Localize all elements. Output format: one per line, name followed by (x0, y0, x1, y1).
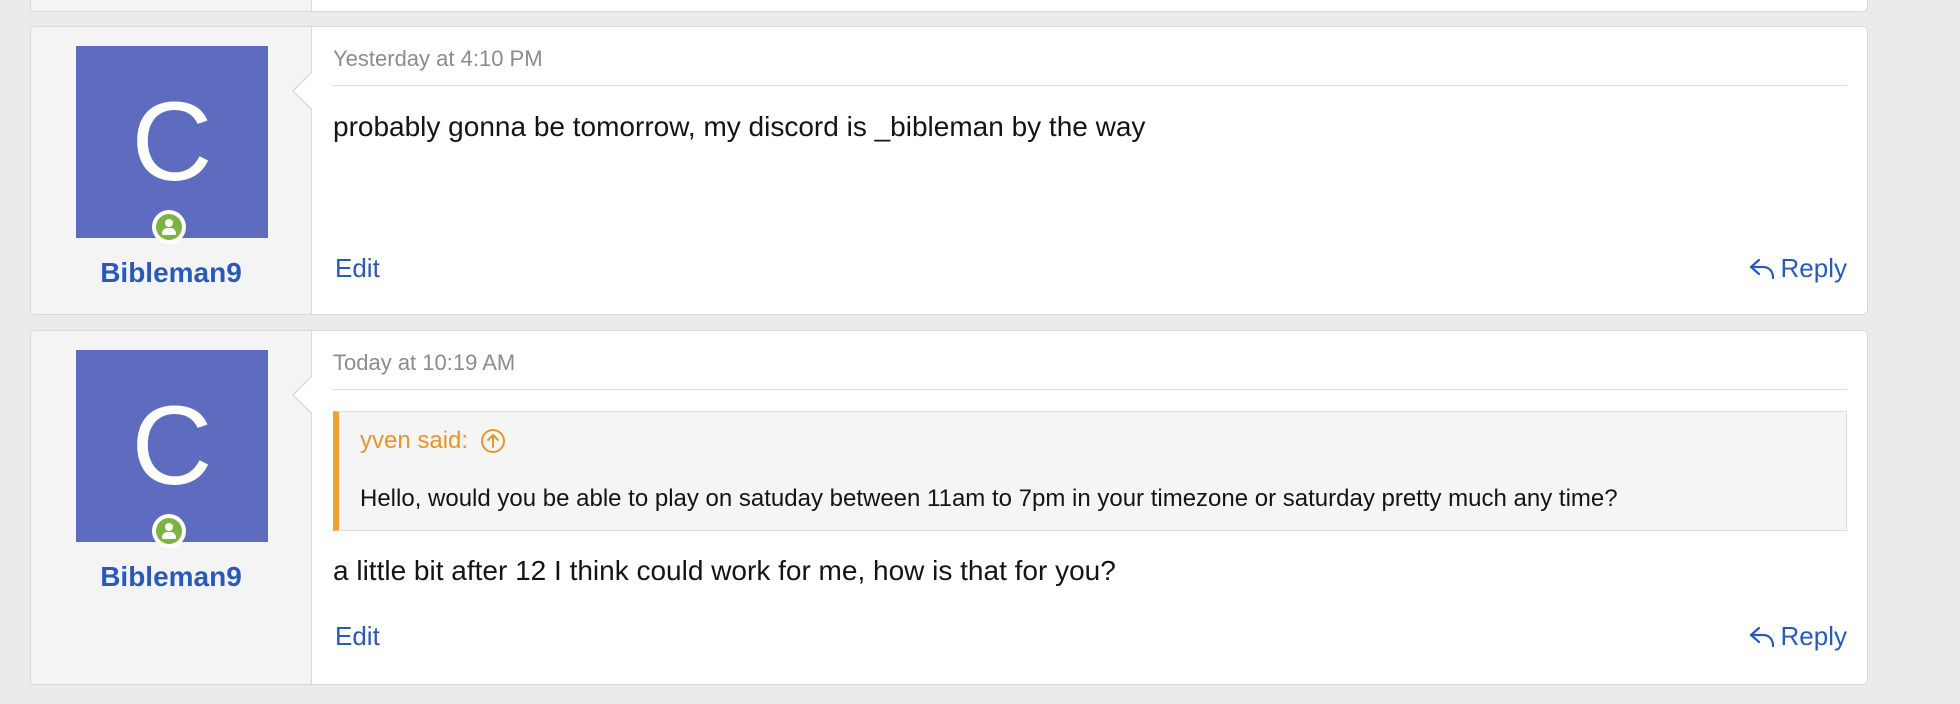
avatar[interactable]: C (76, 46, 268, 238)
circle-arrow-up-icon[interactable] (480, 428, 506, 454)
reply-arrow-icon (1749, 258, 1774, 279)
username[interactable]: Bibleman9 (31, 257, 311, 289)
reply-label: Reply (1780, 253, 1847, 283)
user-column (31, 0, 312, 11)
reply-label: Reply (1780, 621, 1847, 651)
user-column: C Bibleman9 (31, 27, 312, 314)
avatar-letter: C (131, 383, 213, 508)
reply-arrow-icon (1749, 626, 1774, 647)
post-date[interactable]: Today at 10:19 AM (333, 351, 1847, 390)
reply-button[interactable]: Reply (1749, 253, 1847, 284)
avatar-letter: C (131, 79, 213, 204)
quote-author: yven said: (360, 427, 469, 454)
post: C Bibleman9 Today at 10:19 AM yven said:… (30, 330, 1868, 685)
previous-post (30, 0, 1868, 12)
message-content: Today at 10:19 AM yven said: Hello, woul… (333, 331, 1847, 684)
online-user-icon (152, 514, 186, 548)
quote-header[interactable]: yven said: (360, 427, 506, 455)
post-date[interactable]: Yesterday at 4:10 PM (333, 47, 1847, 86)
user-column: C Bibleman9 (31, 331, 312, 684)
message-text: probably gonna be tomorrow, my discord i… (333, 111, 1146, 142)
message-content: Yesterday at 4:10 PM probably gonna be t… (333, 27, 1847, 314)
edit-button[interactable]: Edit (335, 621, 380, 652)
post: C Bibleman9 Yesterday at 4:10 PM probabl… (30, 26, 1868, 315)
reply-button[interactable]: Reply (1749, 621, 1847, 652)
avatar[interactable]: C (76, 350, 268, 542)
quote-text: Hello, would you be able to play on satu… (360, 485, 1618, 512)
quote-block: yven said: Hello, would you be able to p… (333, 411, 1847, 531)
message-text: a little bit after 12 I think could work… (333, 555, 1116, 586)
edit-button[interactable]: Edit (335, 253, 380, 284)
online-user-icon (152, 210, 186, 244)
username[interactable]: Bibleman9 (31, 561, 311, 593)
